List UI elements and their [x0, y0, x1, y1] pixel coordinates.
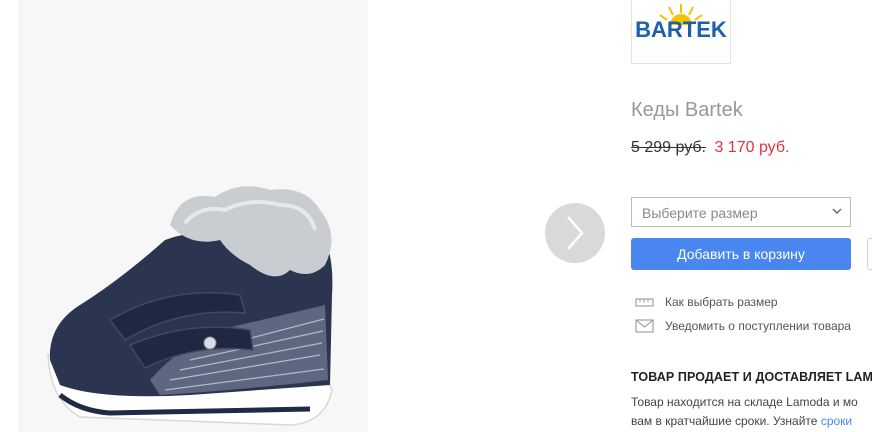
seller-heading: ТОВАР ПРОДАЕТ И ДОСТАВЛЯЕТ LAM: [631, 370, 872, 384]
size-select-placeholder: Выберите размер: [642, 205, 758, 221]
seller-line-1: Товар находится на складе Lamoda и мо: [631, 395, 858, 409]
product-photo[interactable]: [40, 185, 360, 432]
seller-line-2-text: вам в кратчайшие сроки. Узнайте: [631, 414, 818, 428]
product-info-panel: BARTEK Кеды Bartek 5 299 руб. 3 170 руб.…: [631, 0, 872, 432]
size-guide-label: Как выбрать размер: [665, 295, 778, 309]
sale-price: 3 170 руб.: [714, 139, 790, 156]
size-select[interactable]: Выберите размер: [631, 197, 851, 227]
seller-description: Товар находится на складе Lamoda и мо ва…: [631, 393, 858, 431]
chevron-right-icon: [567, 216, 584, 250]
notify-label: Уведомить о поступлении товара: [665, 319, 851, 333]
brand-logo[interactable]: BARTEK: [631, 0, 731, 64]
favorite-button[interactable]: [867, 238, 872, 270]
product-gallery: [0, 0, 620, 432]
add-to-cart-button[interactable]: Добавить в корзину: [631, 238, 851, 270]
bartek-logo: BARTEK: [635, 4, 727, 42]
ruler-icon: [635, 298, 654, 307]
brand-name: BARTEK: [635, 17, 727, 42]
envelope-icon: [635, 319, 654, 333]
next-image-button[interactable]: [545, 203, 605, 263]
seller-line-2: вам в кратчайшие сроки. Узнайте сроки: [631, 412, 858, 431]
product-title: Кеды Bartek: [631, 99, 743, 121]
chevron-down-icon: [832, 208, 842, 214]
old-price: 5 299 руб.: [631, 139, 706, 156]
size-guide-link[interactable]: Как выбрать размер: [635, 295, 778, 309]
notify-link[interactable]: Уведомить о поступлении товара: [635, 319, 851, 333]
delivery-terms-link[interactable]: сроки: [821, 414, 852, 428]
price-row: 5 299 руб. 3 170 руб.: [631, 139, 789, 157]
